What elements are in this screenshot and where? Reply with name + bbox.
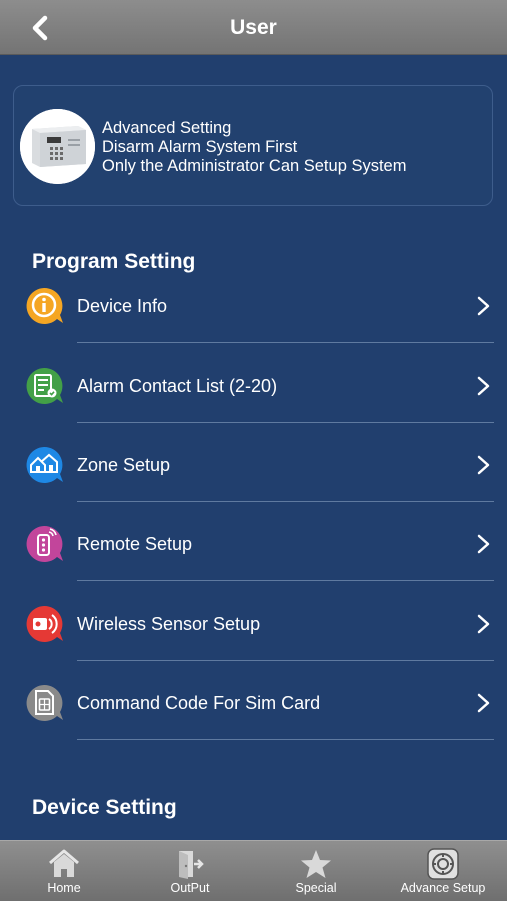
remote-control-icon xyxy=(26,525,63,562)
row-divider xyxy=(77,342,494,343)
row-divider xyxy=(77,739,494,740)
tab-output[interactable]: OutPut xyxy=(140,841,240,901)
menu-item-label: Wireless Sensor Setup xyxy=(77,614,261,634)
menu-item-alarm-contact-list[interactable]: Alarm Contact List (2-20) xyxy=(0,366,507,445)
menu-item-label: Device Info xyxy=(77,296,168,316)
advance-setup-icon xyxy=(427,848,459,880)
row-divider xyxy=(77,501,494,502)
tab-home[interactable]: Home xyxy=(14,841,114,901)
tab-label: Home xyxy=(47,881,81,895)
contact-list-icon xyxy=(26,367,63,404)
menu-item-label: Remote Setup xyxy=(77,534,193,554)
card-line-advanced-setting: Advanced Setting xyxy=(102,119,232,137)
chevron-right-icon xyxy=(477,376,490,396)
tab-advance-setup[interactable]: Advance Setup xyxy=(388,841,498,901)
zone-house-icon xyxy=(26,446,63,483)
advanced-setting-card: Advanced Setting Disarm Alarm System Fir… xyxy=(13,85,493,206)
info-icon xyxy=(26,287,63,324)
chevron-right-icon xyxy=(477,296,490,316)
device-setting-heading: Device Setting xyxy=(32,796,177,819)
home-icon xyxy=(49,849,79,877)
card-line-disarm: Disarm Alarm System First xyxy=(102,138,298,156)
row-divider xyxy=(77,580,494,581)
program-setting-heading: Program Setting xyxy=(32,250,196,273)
row-divider xyxy=(77,422,494,423)
wireless-sensor-icon xyxy=(26,605,63,642)
output-door-icon xyxy=(179,851,204,879)
menu-item-remote-setup[interactable]: Remote Setup xyxy=(0,524,507,603)
tab-label: Special xyxy=(295,881,337,895)
tab-label: Advance Setup xyxy=(400,881,486,895)
menu-item-command-code-sim-card[interactable]: Command Code For Sim Card xyxy=(0,683,507,762)
tab-label: OutPut xyxy=(170,881,210,895)
menu-item-device-info[interactable]: Device Info xyxy=(0,286,507,365)
top-nav-bar: User xyxy=(0,0,507,55)
page-title: User xyxy=(230,16,277,39)
menu-item-wireless-sensor-setup[interactable]: Wireless Sensor Setup xyxy=(0,604,507,683)
menu-item-label: Zone Setup xyxy=(77,455,171,475)
card-text: Advanced Setting Disarm Alarm System Fir… xyxy=(102,119,406,176)
row-divider xyxy=(77,660,494,661)
menu-item-label: Command Code For Sim Card xyxy=(77,693,321,713)
bottom-tab-bar: Home OutPut Special Advance Setup xyxy=(0,840,507,901)
sim-card-icon xyxy=(26,684,63,721)
chevron-right-icon xyxy=(477,614,490,634)
tab-special[interactable]: Special xyxy=(266,841,366,901)
chevron-right-icon xyxy=(477,693,490,713)
star-icon xyxy=(301,850,331,878)
chevron-right-icon xyxy=(477,455,490,475)
menu-item-zone-setup[interactable]: Zone Setup xyxy=(0,445,507,524)
card-line-administrator: Only the Administrator Can Setup System xyxy=(102,157,407,175)
chevron-right-icon xyxy=(477,534,490,554)
alarm-panel-image xyxy=(20,109,95,184)
menu-item-label: Alarm Contact List (2-20) xyxy=(77,376,278,396)
